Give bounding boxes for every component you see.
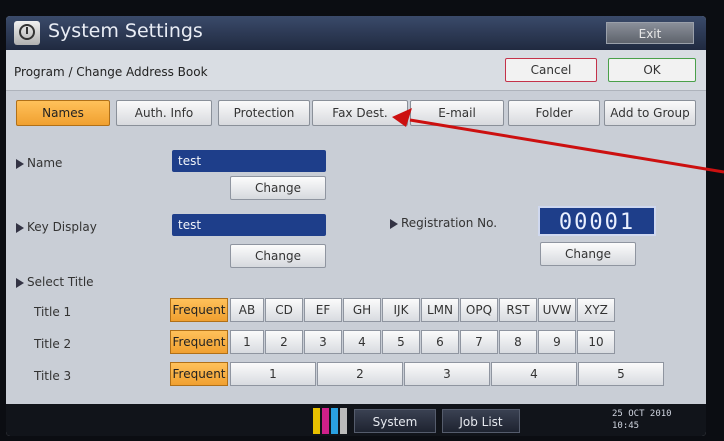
- title-2-option[interactable]: 8: [499, 330, 537, 354]
- title-1-option[interactable]: OPQ: [460, 298, 498, 322]
- title-2-label: Title 2: [34, 337, 72, 351]
- toner-level-icon: [313, 408, 349, 434]
- title-3-option[interactable]: 3: [404, 362, 490, 386]
- title-2-option[interactable]: 2: [265, 330, 303, 354]
- title-1-option[interactable]: RST: [499, 298, 537, 322]
- ok-button[interactable]: OK: [608, 58, 696, 82]
- title-2-option[interactable]: 6: [421, 330, 459, 354]
- registration-label: Registration No.: [390, 216, 497, 230]
- title-1-label: Title 1: [34, 305, 72, 319]
- date-text: 25 OCT 2010: [612, 409, 672, 419]
- tab-fax-dest[interactable]: Fax Dest.: [312, 100, 408, 126]
- title-2-option[interactable]: 1: [230, 330, 264, 354]
- title-3-option[interactable]: 4: [491, 362, 577, 386]
- tab-folder[interactable]: Folder: [508, 100, 600, 126]
- pointer-triangle-icon: [16, 277, 24, 288]
- key-display-label: Key Display: [16, 220, 97, 234]
- title-3-option[interactable]: 5: [578, 362, 664, 386]
- system-status-button[interactable]: System Status: [354, 409, 436, 433]
- breadcrumb: Program / Change Address Book: [14, 65, 208, 79]
- pointer-triangle-icon: [16, 222, 24, 233]
- status-bar: System Status Job List 25 OCT 2010 10:45: [6, 404, 706, 436]
- select-title-label: Select Title: [16, 275, 94, 289]
- title-3-option[interactable]: 1: [230, 362, 316, 386]
- tab-bar: Names Auth. Info Protection Fax Dest. E-…: [6, 96, 706, 128]
- title-1-option[interactable]: LMN: [421, 298, 459, 322]
- tab-e-mail[interactable]: E-mail: [410, 100, 504, 126]
- tab-names[interactable]: Names: [16, 100, 110, 126]
- title-3-label: Title 3: [34, 369, 72, 383]
- title-1-option[interactable]: UVW: [538, 298, 576, 322]
- time-text: 10:45: [612, 421, 640, 431]
- title-1-option[interactable]: IJK: [382, 298, 420, 322]
- tab-protection[interactable]: Protection: [218, 100, 310, 126]
- touch-screen: System Settings Exit Program / Change Ad…: [6, 16, 706, 436]
- registration-number: 00001: [538, 206, 656, 236]
- registration-change-button[interactable]: Change: [540, 242, 636, 266]
- title-1-option[interactable]: XYZ: [577, 298, 615, 322]
- title-1-option[interactable]: AB: [230, 298, 264, 322]
- exit-button[interactable]: Exit: [606, 22, 694, 44]
- tab-auth-info[interactable]: Auth. Info: [116, 100, 212, 126]
- title-3-option[interactable]: 2: [317, 362, 403, 386]
- title-2-option[interactable]: 7: [460, 330, 498, 354]
- title-2-frequent-button[interactable]: Frequent: [170, 330, 228, 354]
- title-3-frequent-button[interactable]: Frequent: [170, 362, 228, 386]
- title-1-frequent-button[interactable]: Frequent: [170, 298, 228, 322]
- name-label: Name: [16, 156, 62, 170]
- title-2-option[interactable]: 10: [577, 330, 615, 354]
- name-change-button[interactable]: Change: [230, 176, 326, 200]
- title-2-option[interactable]: 5: [382, 330, 420, 354]
- key-display-value: test: [172, 214, 326, 236]
- key-display-change-button[interactable]: Change: [230, 244, 326, 268]
- title-1-option[interactable]: CD: [265, 298, 303, 322]
- name-value: test: [172, 150, 326, 172]
- title-2-option[interactable]: 9: [538, 330, 576, 354]
- system-settings-clock-icon: [14, 21, 40, 45]
- title-2-option[interactable]: 4: [343, 330, 381, 354]
- tab-add-to-group[interactable]: Add to Group: [604, 100, 696, 126]
- title-1-option[interactable]: GH: [343, 298, 381, 322]
- title-2-option[interactable]: 3: [304, 330, 342, 354]
- app-title: System Settings: [48, 20, 203, 42]
- date-time: 25 OCT 2010 10:45: [612, 408, 672, 432]
- job-list-button[interactable]: Job List: [442, 409, 520, 433]
- title-bar: System Settings Exit: [6, 16, 706, 50]
- pointer-triangle-icon: [16, 158, 24, 169]
- cancel-button[interactable]: Cancel: [505, 58, 597, 82]
- sub-header: Program / Change Address Book Cancel OK: [6, 50, 706, 91]
- pointer-triangle-icon: [390, 218, 398, 229]
- title-1-option[interactable]: EF: [304, 298, 342, 322]
